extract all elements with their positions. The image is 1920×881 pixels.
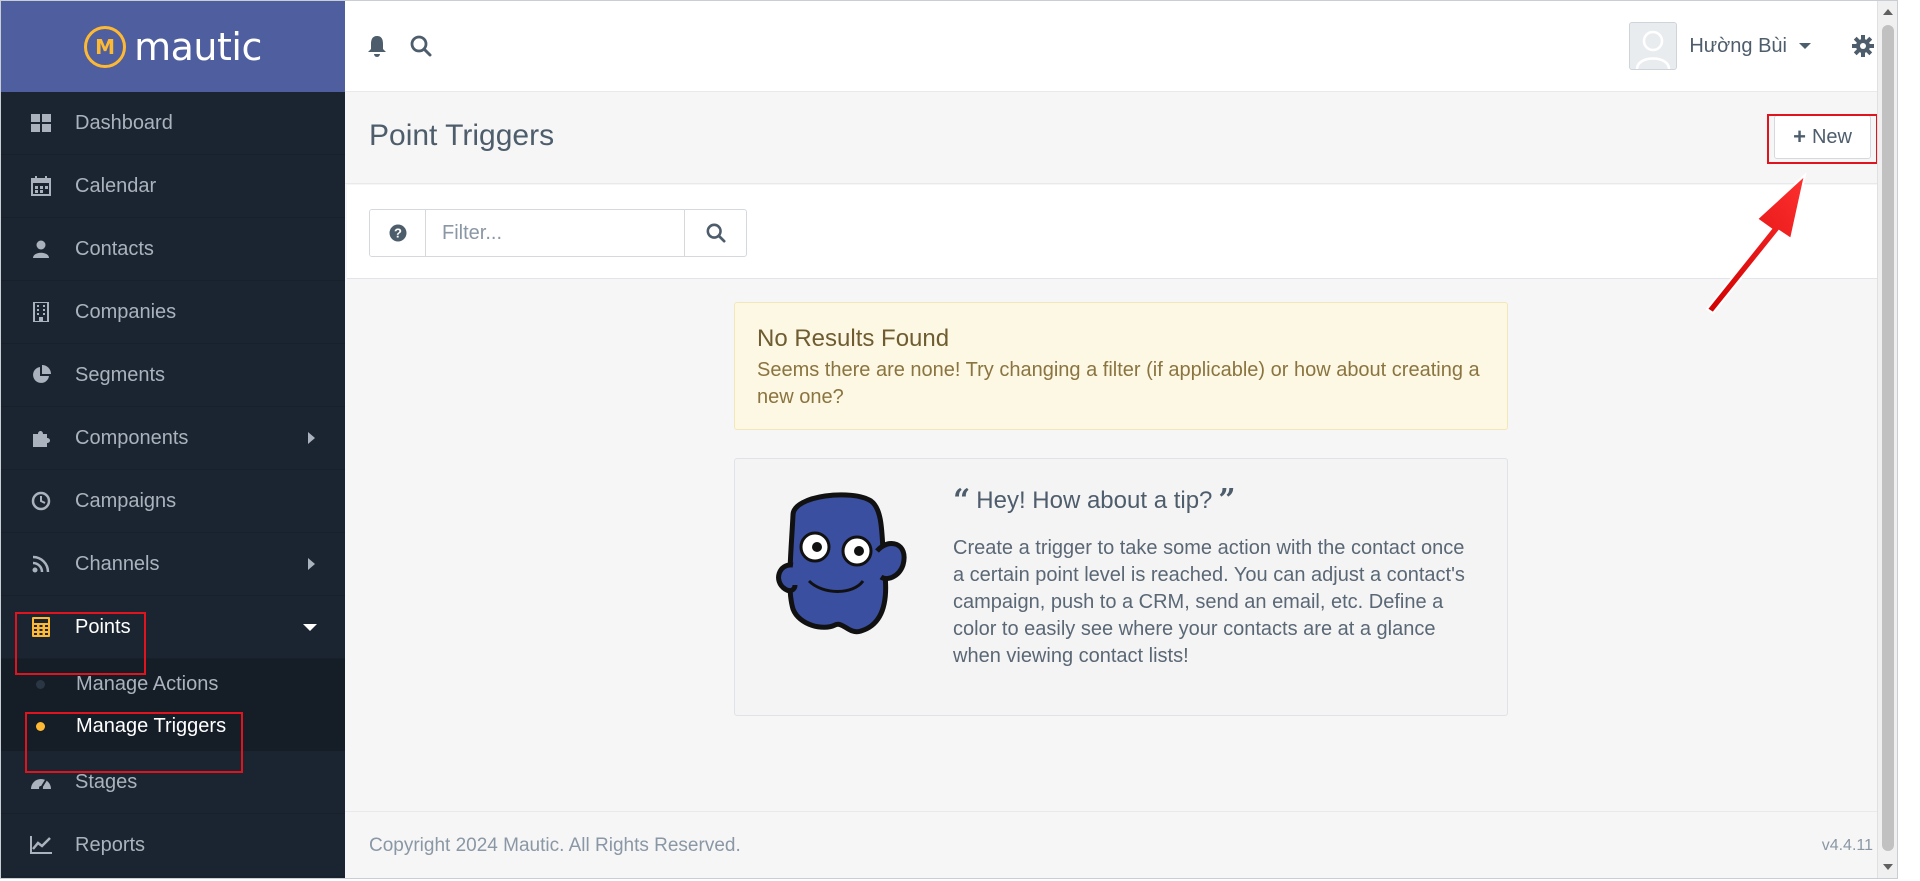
filter-search-button[interactable] bbox=[684, 210, 746, 256]
footer: Copyright 2024 Mautic. All Rights Reserv… bbox=[345, 811, 1897, 878]
sidebar-item-label: Stages bbox=[75, 770, 138, 793]
sidebar-item-label: Dashboard bbox=[75, 111, 173, 134]
user-icon bbox=[29, 237, 53, 261]
sidebar-subitem-manage-actions[interactable]: Manage Actions bbox=[1, 663, 345, 705]
filter-input[interactable] bbox=[426, 210, 684, 256]
avatar[interactable] bbox=[1629, 22, 1678, 70]
question-circle-icon: ? bbox=[389, 224, 406, 242]
sidebar-item-stages[interactable]: Stages bbox=[1, 751, 345, 814]
page-title: Point Triggers bbox=[369, 119, 555, 152]
sidebar-item-companies[interactable]: Companies bbox=[1, 281, 345, 344]
puzzle-icon bbox=[29, 426, 53, 450]
filter-help-button[interactable]: ? bbox=[370, 210, 426, 256]
sidebar-subitem-label: Manage Triggers bbox=[76, 714, 227, 737]
alert-title: No Results Found bbox=[757, 325, 950, 352]
building-icon bbox=[29, 300, 53, 324]
default-avatar-icon bbox=[1636, 30, 1671, 69]
quote-right-icon: ” bbox=[1218, 483, 1236, 518]
page-scrollbar[interactable] bbox=[1877, 1, 1897, 878]
scroll-down-icon[interactable] bbox=[1883, 864, 1893, 870]
bullet-icon bbox=[36, 721, 45, 731]
sidebar-item-reports[interactable]: Reports bbox=[1, 814, 345, 877]
tachometer-icon bbox=[29, 770, 53, 794]
main-nav: Dashboard Calendar Contacts Companies Se… bbox=[1, 92, 345, 659]
dashboard-icon bbox=[29, 111, 53, 135]
app-window: M mautic Dashboard Calendar Contacts Com… bbox=[0, 0, 1898, 879]
search-icon[interactable] bbox=[407, 32, 435, 60]
sidebar-item-calendar[interactable]: Calendar bbox=[1, 155, 345, 218]
brand-logo-link[interactable]: M mautic bbox=[1, 1, 345, 92]
scroll-up-icon[interactable] bbox=[1883, 9, 1893, 15]
sidebar-item-label: Components bbox=[75, 426, 189, 449]
tip-text: Create a trigger to take some action wit… bbox=[953, 537, 1465, 667]
bell-icon[interactable] bbox=[363, 32, 391, 60]
clock-icon bbox=[29, 489, 53, 513]
filter-panel: ? bbox=[347, 185, 1895, 279]
sidebar-item-label: Calendar bbox=[75, 174, 157, 197]
bullet-icon bbox=[36, 679, 45, 689]
sidebar-subitem-label: Manage Actions bbox=[76, 672, 219, 695]
sidebar: M mautic Dashboard Calendar Contacts Com… bbox=[1, 1, 345, 878]
sidebar-item-label: Points bbox=[75, 615, 131, 638]
sidebar-item-label: Segments bbox=[75, 363, 166, 386]
sidebar-item-points[interactable]: Points bbox=[1, 596, 345, 659]
sidebar-item-contacts[interactable]: Contacts bbox=[1, 218, 345, 281]
search-icon bbox=[706, 223, 726, 243]
scroll-thumb[interactable] bbox=[1882, 25, 1894, 851]
filter-input-group: ? bbox=[369, 209, 747, 257]
sidebar-item-campaigns[interactable]: Campaigns bbox=[1, 470, 345, 533]
points-submenu: Manage Actions Manage Triggers bbox=[1, 659, 345, 751]
sidebar-subitem-manage-triggers[interactable]: Manage Triggers bbox=[1, 705, 345, 747]
page-header: Point Triggers + New bbox=[345, 93, 1897, 184]
chevron-down-icon bbox=[303, 623, 317, 631]
sidebar-item-label: Companies bbox=[75, 300, 177, 323]
tip-title-text: Hey! How about a tip? bbox=[976, 487, 1213, 514]
top-navbar: Hường Bùi bbox=[345, 1, 1897, 92]
brand-name: mautic bbox=[134, 24, 262, 69]
svg-text:?: ? bbox=[394, 226, 402, 241]
main-nav-continued: Stages Reports bbox=[1, 751, 345, 877]
quote-left-icon: “ bbox=[953, 483, 971, 518]
tip-body: “ Hey! How about a tip? ” Create a trigg… bbox=[953, 483, 1481, 670]
sidebar-item-label: Reports bbox=[75, 833, 146, 856]
pie-chart-icon bbox=[29, 363, 53, 387]
mascot-icon bbox=[776, 492, 907, 635]
rss-icon bbox=[29, 552, 53, 576]
chevron-down-icon[interactable] bbox=[1799, 43, 1811, 49]
sidebar-item-components[interactable]: Components bbox=[1, 407, 345, 470]
sidebar-item-dashboard[interactable]: Dashboard bbox=[1, 92, 345, 155]
calendar-icon bbox=[29, 174, 53, 198]
alert-text: Seems there are none! Try changing a fil… bbox=[757, 359, 1480, 408]
gear-icon[interactable] bbox=[1849, 32, 1877, 60]
highlight-new-button bbox=[1767, 114, 1878, 164]
sidebar-item-segments[interactable]: Segments bbox=[1, 344, 345, 407]
user-name[interactable]: Hường Bùi bbox=[1689, 35, 1787, 58]
copyright-text: Copyright 2024 Mautic. All Rights Reserv… bbox=[369, 835, 741, 856]
version-text: v4.4.11 bbox=[1821, 837, 1873, 854]
tip-panel: “ Hey! How about a tip? ” Create a trigg… bbox=[734, 458, 1508, 716]
sidebar-item-label: Channels bbox=[75, 552, 160, 575]
user-menu: Hường Bùi bbox=[1629, 22, 1877, 70]
line-chart-icon bbox=[29, 833, 53, 857]
calculator-icon bbox=[29, 615, 53, 639]
tip-title: “ Hey! How about a tip? ” bbox=[953, 483, 1481, 518]
mautic-logo-icon: M bbox=[84, 25, 127, 68]
sidebar-item-channels[interactable]: Channels bbox=[1, 533, 345, 596]
sidebar-item-label: Campaigns bbox=[75, 489, 177, 512]
no-results-alert: No Results Found Seems there are none! T… bbox=[734, 302, 1508, 430]
sidebar-item-label: Contacts bbox=[75, 237, 154, 260]
chevron-right-icon bbox=[308, 432, 315, 444]
chevron-right-icon bbox=[308, 558, 315, 570]
